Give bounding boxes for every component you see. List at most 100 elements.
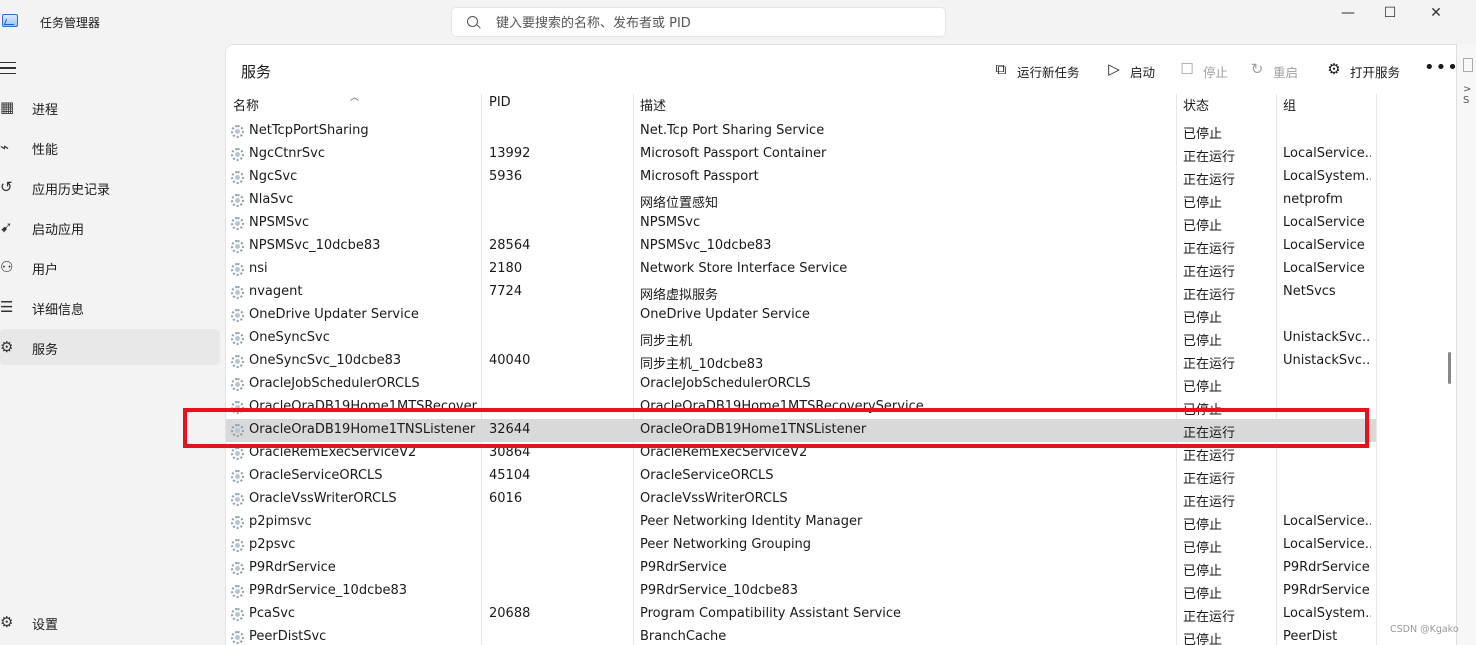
column-divider[interactable] — [1376, 94, 1377, 645]
maximize-button[interactable]: ☐ — [1367, 4, 1413, 24]
nav-label: 服务 — [32, 343, 59, 358]
service-gear-icon — [231, 493, 244, 506]
cell-pid: 28564 — [489, 238, 531, 253]
search-input[interactable] — [496, 13, 926, 33]
service-gear-icon — [231, 309, 244, 322]
cell-description: BranchCache — [640, 629, 727, 644]
cell-group: UnistackSvc... — [1283, 330, 1371, 345]
cell-pid: 6016 — [489, 491, 523, 506]
column-header-description[interactable]: 描述 — [640, 95, 666, 117]
cell-pid: 13992 — [489, 146, 531, 161]
table-row[interactable]: OracleServiceORCLS 45104 OracleServiceORCL… — [226, 465, 1376, 488]
search-box[interactable] — [451, 7, 946, 37]
nav-item-startup[interactable]: ➹ 启动应用 — [0, 209, 220, 245]
service-gear-icon — [231, 562, 244, 575]
nav-item-settings[interactable]: ⚙ 设置 — [0, 604, 220, 640]
column-header-group[interactable]: 组 — [1283, 95, 1296, 117]
cell-status: 已停止 — [1183, 518, 1223, 533]
table-row[interactable]: NgcSvc 5936 Microsoft Passport 正在运行 LocalSys… — [226, 166, 1376, 189]
scrollbar-thumb[interactable] — [1448, 352, 1451, 384]
sort-ascending-icon: ︿ — [350, 93, 360, 103]
table-row[interactable]: NgcCtnrSvc 13992 Microsoft Passport Contai… — [226, 143, 1376, 166]
table-row[interactable]: nsi 2180 Network Store Interface Service 正在… — [226, 258, 1376, 281]
table-row[interactable]: p2pimsvc Peer Networking Identity Manager… — [226, 511, 1376, 534]
cell-name: nvagent — [249, 284, 303, 299]
users-icon: ⚇ — [0, 258, 14, 276]
service-gear-icon — [231, 194, 244, 207]
column-header-pid[interactable]: PID — [489, 95, 511, 117]
service-gear-icon — [231, 125, 244, 138]
cell-status: 已停止 — [1183, 196, 1223, 211]
cell-name: PeerDistSvc — [249, 629, 327, 644]
title-bar: 任务管理器 — ☐ ✕ — [0, 0, 1476, 44]
cell-pid: 40040 — [489, 353, 531, 368]
highlight-box — [183, 408, 1369, 448]
cell-name: PcaSvc — [249, 606, 296, 621]
more-options-icon[interactable]: ••• — [1424, 57, 1459, 78]
table-row[interactable]: PeerDistSvc BranchCache 已停止 PeerDist — [226, 626, 1376, 645]
column-header-name[interactable]: 名称 — [233, 95, 259, 117]
adjacent-window-edge: > S — [1456, 44, 1476, 645]
table-row[interactable]: OracleVssWriterORCLS 6016 OracleVssWriterO… — [226, 488, 1376, 511]
cell-status: 正在运行 — [1183, 265, 1236, 280]
task-manager-icon — [2, 14, 18, 27]
cell-pid: 5936 — [489, 169, 523, 184]
cell-group: LocalService — [1283, 215, 1365, 230]
table-row[interactable]: p2psvc Peer Networking Grouping 已停止 LocalSe… — [226, 534, 1376, 557]
play-icon: ▷ — [1108, 60, 1120, 78]
table-row[interactable]: OneDrive Updater Service OneDrive Updater… — [226, 304, 1376, 327]
cell-status: 已停止 — [1183, 334, 1223, 349]
table-row[interactable]: P9RdrService P9RdrService 已停止 P9RdrService — [226, 557, 1376, 580]
nav-item-users[interactable]: ⚇ 用户 — [0, 249, 220, 285]
service-gear-icon — [231, 286, 244, 299]
cell-description: Program Compatibility Assistant Service — [640, 606, 902, 621]
nav-item-app-history[interactable]: ↺ 应用历史记录 — [0, 169, 220, 205]
cell-pid: 7724 — [489, 284, 523, 299]
table-row[interactable]: OneSyncSvc_10dcbe83 40040 同步主机_10dcbe83 正在运… — [226, 350, 1376, 373]
table-row[interactable]: NPSMSvc NPSMSvc 已停止 LocalService — [226, 212, 1376, 235]
cell-description: Microsoft Passport Container — [640, 146, 827, 161]
settings-icon: ⚙ — [0, 613, 14, 631]
cell-status: 已停止 — [1183, 541, 1223, 556]
edge-icon — [1463, 58, 1473, 72]
cell-description: 同步主机 — [640, 334, 693, 349]
nav-label: 应用历史记录 — [32, 183, 111, 198]
edge-glyph: > S — [1463, 84, 1472, 106]
cell-status: 正在运行 — [1183, 150, 1236, 165]
nav-item-services[interactable]: ⚙ 服务 — [0, 329, 220, 365]
start-label: 启动 — [1130, 65, 1156, 80]
cell-group: LocalService... — [1283, 514, 1371, 529]
table-row[interactable]: NetTcpPortSharing Net.Tcp Port Sharing Se… — [226, 120, 1376, 143]
nav-item-performance[interactable]: ⌁ 性能 — [0, 129, 220, 165]
table-row[interactable]: P9RdrService_10dcbe83 P9RdrService_10dcbe… — [226, 580, 1376, 603]
stop-label: 停止 — [1203, 65, 1229, 80]
cell-description: P9RdrService — [640, 560, 727, 575]
cell-group: netprofm — [1283, 192, 1343, 207]
cell-status: 已停止 — [1183, 219, 1223, 234]
menu-icon[interactable] — [0, 62, 16, 74]
close-button[interactable]: ✕ — [1413, 4, 1459, 24]
nav-label: 启动应用 — [32, 223, 85, 238]
table-row[interactable]: NPSMSvc_10dcbe83 28564 NPSMSvc_10dcbe83 正在运… — [226, 235, 1376, 258]
table-row[interactable]: NlaSvc 网络位置感知 已停止 netprofm — [226, 189, 1376, 212]
cell-description: NPSMSvc_10dcbe83 — [640, 238, 772, 253]
service-gear-icon — [231, 585, 244, 598]
cell-group: UnistackSvc... — [1283, 353, 1371, 368]
table-row[interactable]: OracleJobSchedulerORCLS OracleJobSchedule… — [226, 373, 1376, 396]
nav-label: 详细信息 — [32, 303, 85, 318]
cell-description: NPSMSvc — [640, 215, 701, 230]
service-gear-icon — [231, 631, 244, 644]
nav-item-details[interactable]: ☰ 详细信息 — [0, 289, 220, 325]
details-icon: ☰ — [0, 298, 14, 316]
cell-name: p2pimsvc — [249, 514, 312, 529]
open-services-label: 打开服务 — [1350, 65, 1401, 80]
nav-item-processes[interactable]: ▦ 进程 — [0, 89, 220, 125]
cell-description: OracleServiceORCLS — [640, 468, 774, 483]
minimize-button[interactable]: — — [1325, 4, 1371, 24]
cell-name: OracleJobSchedulerORCLS — [249, 376, 420, 391]
column-header-status[interactable]: 状态 — [1183, 95, 1209, 117]
table-row[interactable]: nvagent 7724 网络虚拟服务 正在运行 NetSvcs — [226, 281, 1376, 304]
stop-icon: ☐ — [1180, 60, 1194, 78]
table-row[interactable]: PcaSvc 20688 Program Compatibility Assista… — [226, 603, 1376, 626]
table-row[interactable]: OneSyncSvc 同步主机 已停止 UnistackSvc... — [226, 327, 1376, 350]
